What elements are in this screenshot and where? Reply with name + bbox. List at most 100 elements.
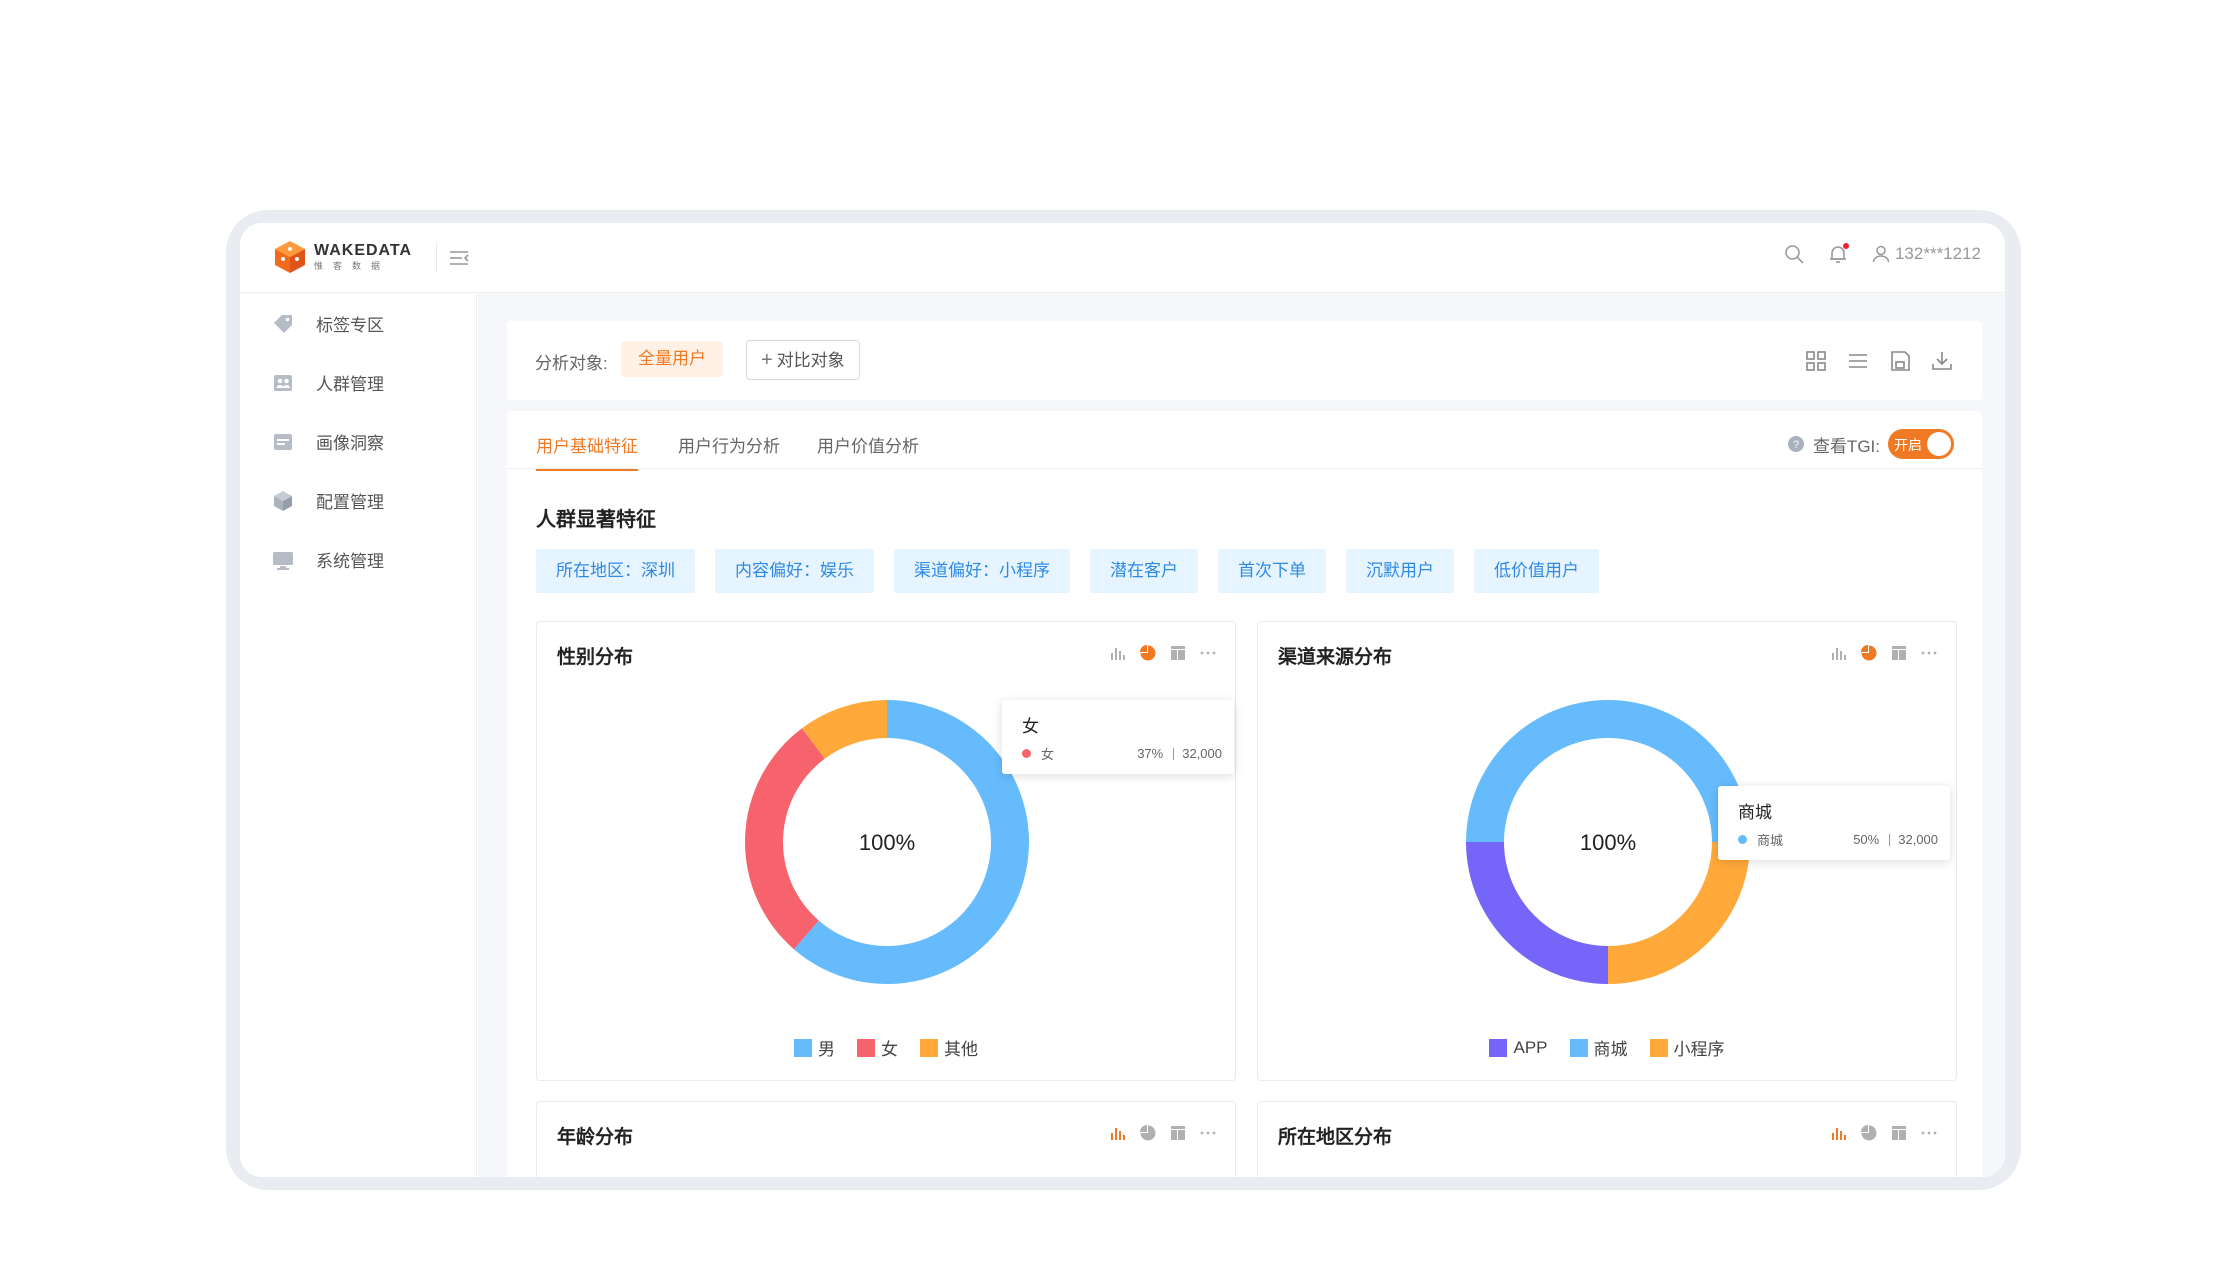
pie-chart-icon[interactable]	[1860, 644, 1878, 662]
brand-logo[interactable]: WAKEDATA 惟客数据	[274, 240, 412, 274]
legend-swatch	[857, 1038, 875, 1057]
legend-item[interactable]: APP	[1489, 1035, 1548, 1060]
tooltip-dot	[1022, 749, 1031, 758]
tooltip-name: 女	[1041, 747, 1055, 762]
feature-tag[interactable]: 潜在客户	[1090, 549, 1198, 593]
monitor-icon	[273, 551, 293, 570]
tooltip-name: 商城	[1757, 833, 1784, 848]
search-icon[interactable]	[1783, 243, 1805, 265]
donut-slice-小程序[interactable]	[1608, 842, 1750, 984]
tag-icon	[274, 314, 292, 333]
feature-tag[interactable]: 低价值用户	[1474, 549, 1599, 593]
table-icon[interactable]	[1169, 1124, 1187, 1142]
more-icon[interactable]	[1199, 1124, 1217, 1142]
sidebar-item-portrait[interactable]: 画像洞察	[240, 412, 476, 471]
main-area: 分析对象: 全量用户 + 对比对象 用户基础特征 用户行为分析 用户价值分析 ?…	[478, 294, 2005, 1177]
save-icon[interactable]	[1888, 349, 1912, 373]
analysis-target-label: 分析对象:	[535, 354, 608, 373]
sidebar-item-tags[interactable]: 标签专区	[240, 294, 476, 353]
user-icon	[1872, 245, 1890, 263]
help-icon[interactable]: ?	[1787, 435, 1805, 453]
chart-tooltip: 商城 商城 50% 32,000	[1718, 786, 1950, 860]
more-icon[interactable]	[1199, 644, 1217, 662]
tooltip-divider	[1889, 833, 1891, 846]
legend-item[interactable]: 小程序	[1649, 1035, 1725, 1060]
analysis-content: 用户基础特征 用户行为分析 用户价值分析 ? 查看TGI: 开启 人群显著特征 …	[507, 411, 1982, 1177]
legend-swatch	[920, 1038, 938, 1057]
donut-slice-APP[interactable]	[1466, 842, 1608, 984]
plus-icon: +	[761, 349, 773, 371]
menu-collapse-icon[interactable]	[448, 247, 470, 269]
legend-swatch	[1649, 1038, 1668, 1057]
tooltip-value: 32,000	[1898, 832, 1938, 847]
pie-chart-icon[interactable]	[1139, 1124, 1157, 1142]
tgi-toggle[interactable]: 开启	[1888, 429, 1954, 459]
feature-tag[interactable]: 沉默用户	[1346, 549, 1454, 593]
bar-chart-icon[interactable]	[1109, 1124, 1127, 1142]
tab-basic-features[interactable]: 用户基础特征	[536, 432, 638, 471]
notification-bell[interactable]	[1827, 243, 1849, 265]
user-account: 132***1212	[1894, 244, 1981, 263]
more-icon[interactable]	[1920, 644, 1938, 662]
add-compare-button[interactable]: + 对比对象	[746, 340, 860, 380]
sidebar-item-config[interactable]: 配置管理	[240, 471, 476, 530]
unread-dot	[1842, 243, 1849, 249]
sidebar-item-label: 标签专区	[316, 316, 384, 335]
card-title: 渠道来源分布	[1278, 647, 1393, 668]
legend-item[interactable]: 男	[794, 1035, 835, 1060]
legend-item[interactable]: 女	[857, 1035, 898, 1060]
bar-chart-icon[interactable]	[1109, 644, 1127, 662]
legend-item[interactable]: 其他	[920, 1035, 978, 1060]
gender-distribution-card: 性别分布 100% 女 女 37% 32,000 男 女 其他	[536, 621, 1236, 1081]
donut-center-label: 100%	[859, 830, 915, 855]
tooltip-value: 32,000	[1182, 746, 1222, 761]
legend-swatch	[1489, 1038, 1508, 1057]
bar-chart-icon[interactable]	[1830, 644, 1848, 662]
legend-label: APP	[1513, 1037, 1548, 1057]
toggle-knob	[1927, 432, 1951, 456]
tab-value-analysis[interactable]: 用户价值分析	[817, 432, 919, 469]
gender-donut-chart: 100%	[745, 700, 1029, 984]
features-title: 人群显著特征	[536, 509, 656, 531]
legend-label: 小程序	[1673, 1040, 1725, 1059]
donut-slice-商城[interactable]	[1466, 700, 1750, 842]
table-icon[interactable]	[1890, 644, 1908, 662]
legend-item[interactable]: 商城	[1569, 1035, 1628, 1060]
card-title: 性别分布	[557, 647, 634, 668]
sidebar-item-label: 系统管理	[316, 552, 384, 571]
user-menu[interactable]: 132***1212	[1871, 244, 1981, 264]
table-icon[interactable]	[1890, 1124, 1908, 1142]
bar-chart-icon[interactable]	[1830, 1124, 1848, 1142]
feature-tag-list: 所在地区：深圳 内容偏好：娱乐 渠道偏好：小程序 潜在客户 首次下单 沉默用户 …	[536, 549, 1599, 593]
compare-label: 对比对象	[776, 351, 845, 370]
top-bar: WAKEDATA 惟客数据 132***1212	[240, 223, 2005, 293]
legend-label: 商城	[1593, 1040, 1628, 1059]
selected-target-chip[interactable]: 全量用户	[621, 341, 723, 377]
feature-tag[interactable]: 首次下单	[1218, 549, 1326, 593]
pie-chart-icon[interactable]	[1139, 644, 1157, 662]
feature-tag[interactable]: 渠道偏好：小程序	[894, 549, 1070, 593]
table-icon[interactable]	[1169, 644, 1187, 662]
sidebar-item-system[interactable]: 系统管理	[240, 530, 476, 589]
tab-behavior-analysis[interactable]: 用户行为分析	[678, 432, 780, 469]
legend-label: 男	[818, 1040, 835, 1059]
chart-type-switcher	[1830, 644, 1938, 662]
chart-legend: 男 女 其他	[537, 1035, 1235, 1060]
region-distribution-card: 所在地区分布	[1257, 1101, 1957, 1177]
people-icon	[274, 374, 292, 391]
donut-slice-女[interactable]	[745, 728, 825, 950]
list-view-icon[interactable]	[1846, 349, 1870, 373]
more-icon[interactable]	[1920, 1124, 1938, 1142]
analysis-tabs: 用户基础特征 用户行为分析 用户价值分析 ? 查看TGI: 开启	[507, 411, 1982, 471]
sidebar-item-label: 配置管理	[316, 493, 384, 512]
download-icon[interactable]	[1930, 349, 1954, 373]
feature-tag[interactable]: 所在地区：深圳	[536, 549, 695, 593]
toggle-label: 开启	[1894, 437, 1922, 453]
chart-type-switcher	[1109, 1124, 1217, 1142]
grid-view-icon[interactable]	[1804, 349, 1828, 373]
pie-chart-icon[interactable]	[1860, 1124, 1878, 1142]
chart-type-switcher	[1109, 644, 1217, 662]
logo-cube-icon	[275, 241, 305, 273]
feature-tag[interactable]: 内容偏好：娱乐	[715, 549, 874, 593]
sidebar-item-crowd[interactable]: 人群管理	[240, 353, 476, 412]
